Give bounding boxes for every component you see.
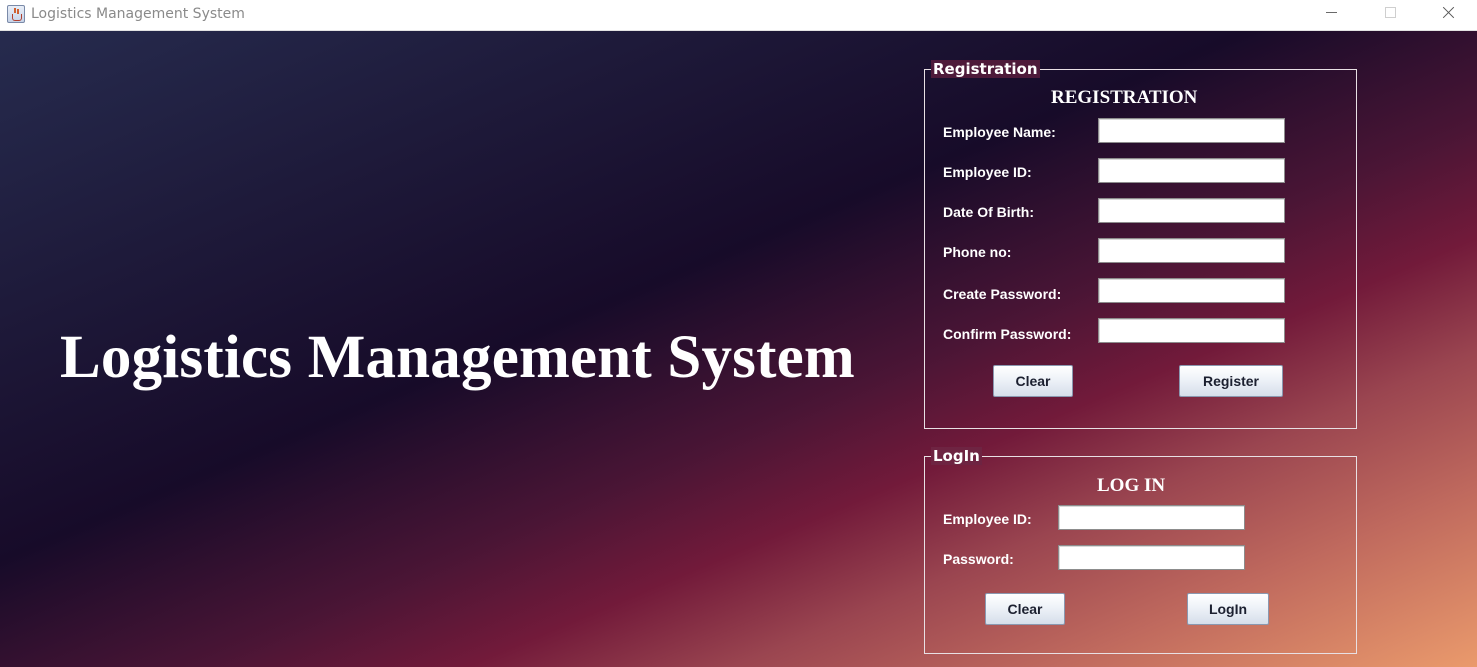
login-heading: LOG IN [1097, 475, 1166, 496]
confirm-password-label: Confirm Password: [943, 326, 1072, 342]
login-employee-id-input[interactable] [1058, 505, 1245, 530]
login-button[interactable]: LogIn [1187, 593, 1269, 625]
register-button[interactable]: Register [1179, 365, 1283, 397]
phone-no-label: Phone no: [943, 244, 1012, 260]
login-employee-id-label: Employee ID: [943, 511, 1032, 527]
window-title: Logistics Management System [31, 6, 245, 22]
window-title-bar: Logistics Management System [0, 0, 1477, 31]
create-password-label: Create Password: [943, 286, 1062, 302]
create-password-input[interactable] [1098, 278, 1285, 303]
login-clear-button[interactable]: Clear [985, 593, 1065, 625]
main-content: Logistics Management System Registration… [0, 31, 1477, 667]
maximize-button[interactable] [1361, 0, 1419, 31]
java-app-icon [7, 5, 25, 23]
employee-name-input[interactable] [1098, 118, 1285, 143]
employee-id-label: Employee ID: [943, 164, 1032, 180]
phone-no-input[interactable] [1098, 238, 1285, 263]
date-of-birth-label: Date Of Birth: [943, 204, 1034, 220]
minimize-button[interactable] [1303, 0, 1361, 31]
confirm-password-input[interactable] [1098, 318, 1285, 343]
employee-id-input[interactable] [1098, 158, 1285, 183]
close-button[interactable] [1419, 0, 1477, 31]
login-legend: LogIn [931, 447, 982, 465]
registration-legend: Registration [931, 60, 1040, 78]
login-password-input[interactable] [1058, 545, 1245, 570]
registration-clear-button[interactable]: Clear [993, 365, 1073, 397]
app-title: Logistics Management System [60, 324, 855, 391]
registration-heading: REGISTRATION [1051, 87, 1198, 108]
employee-name-label: Employee Name: [943, 124, 1056, 140]
date-of-birth-input[interactable] [1098, 198, 1285, 223]
login-password-label: Password: [943, 551, 1014, 567]
